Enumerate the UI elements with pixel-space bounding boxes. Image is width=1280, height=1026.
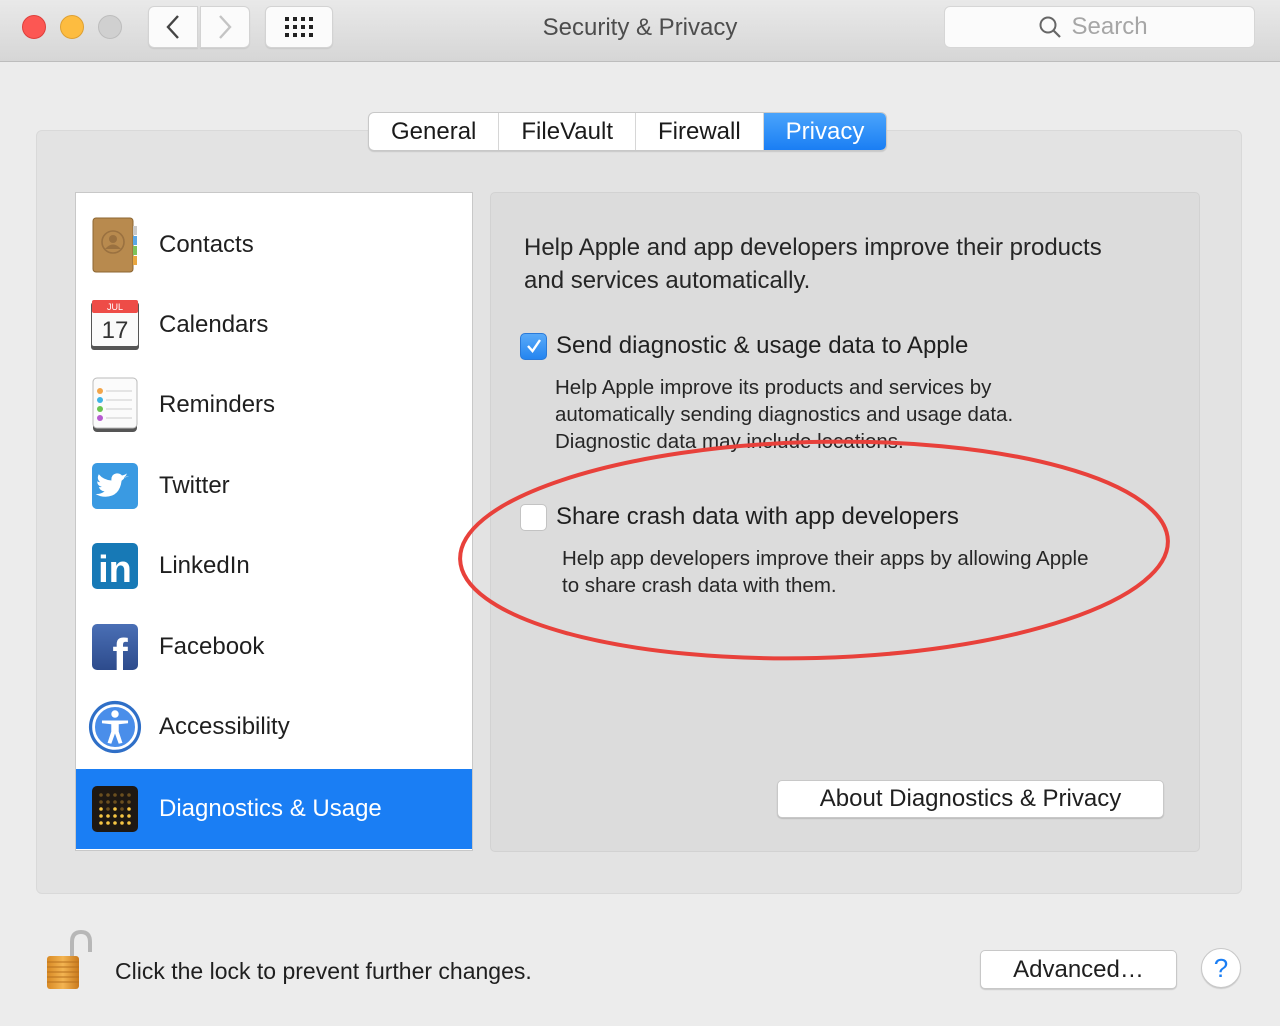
- search-input[interactable]: [1071, 13, 1162, 41]
- share-crash-label: Share crash data with app developers: [556, 503, 959, 530]
- sidebar-item-label: Facebook: [159, 633, 265, 660]
- svg-text:f: f: [112, 629, 128, 671]
- sidebar-item-contacts[interactable]: Contacts: [76, 205, 472, 285]
- sidebar-item-label: Contacts: [159, 231, 254, 258]
- diagnostics-icon: [88, 782, 142, 836]
- diagnostics-icon-dot: [106, 821, 110, 825]
- checkmark-icon: [526, 339, 541, 353]
- description-line: Help app developers improve their apps b…: [562, 547, 1089, 570]
- description-line: automatically sending diagnostics and us…: [555, 403, 1014, 426]
- diagnostics-icon-dot: [106, 807, 110, 811]
- accessibility-icon: [88, 700, 142, 754]
- privacy-category-list: Contacts JUL 17 Calendars Reminders Twit…: [75, 192, 473, 851]
- sidebar-item-linkedin[interactable]: in LinkedIn: [76, 526, 472, 606]
- tab-general[interactable]: General: [369, 113, 500, 150]
- diagnostics-icon-dot: [127, 814, 131, 818]
- search-field[interactable]: [944, 6, 1255, 48]
- search-icon: [1039, 16, 1061, 38]
- sidebar-item-calendars[interactable]: JUL 17 Calendars: [76, 285, 472, 365]
- diagnostics-icon-dot: [127, 821, 131, 825]
- about-diagnostics-privacy-button[interactable]: About Diagnostics & Privacy: [777, 780, 1164, 818]
- intro-text: Help Apple and app developers improve th…: [524, 234, 1102, 294]
- description-line: to share crash data with them.: [562, 574, 837, 597]
- contacts-icon: [88, 217, 142, 273]
- sidebar-item-label: Accessibility: [159, 713, 290, 740]
- tab-bar: General FileVault Firewall Privacy: [368, 112, 888, 151]
- diagnostics-icon-dot: [127, 800, 131, 804]
- help-button[interactable]: ?: [1201, 948, 1241, 988]
- diagnostics-icon-dot: [120, 800, 124, 804]
- sidebar-item-label: LinkedIn: [159, 552, 250, 579]
- tab-filevault[interactable]: FileVault: [499, 113, 636, 150]
- diagnostics-panel: Help Apple and app developers improve th…: [490, 192, 1200, 852]
- sidebar-item-accessibility[interactable]: Accessibility: [76, 687, 472, 767]
- sidebar-item-label: Diagnostics & Usage: [159, 795, 382, 822]
- sidebar-item-diagnostics-usage[interactable]: Diagnostics & Usage: [76, 769, 472, 849]
- diagnostics-icon-dot: [99, 800, 103, 804]
- diagnostics-icon-dot: [127, 793, 131, 797]
- sidebar-item-facebook[interactable]: f Facebook: [76, 607, 472, 687]
- tab-firewall[interactable]: Firewall: [636, 113, 764, 150]
- advanced-button[interactable]: Advanced…: [980, 950, 1177, 989]
- sidebar-item-label: Reminders: [159, 391, 276, 418]
- diagnostics-icon-dot: [106, 793, 110, 797]
- description-line: Diagnostic data may include locations.: [555, 430, 904, 453]
- facebook-icon: f: [88, 620, 142, 674]
- diagnostics-icon-dot: [99, 807, 103, 811]
- unlocked-padlock-icon: [47, 929, 92, 989]
- diagnostics-icon-dot: [113, 821, 117, 825]
- lock-button[interactable]: [44, 929, 94, 992]
- send-diagnostics-checkbox[interactable]: [520, 332, 547, 360]
- sidebar-item-reminders[interactable]: Reminders: [76, 365, 472, 445]
- twitter-icon: [88, 459, 142, 513]
- sidebar-item-label: Calendars: [159, 311, 269, 338]
- diagnostics-icon-dot: [120, 793, 124, 797]
- reminders-icon: [88, 377, 142, 432]
- diagnostics-icon-dot: [113, 793, 117, 797]
- diagnostics-icon-dot: [113, 807, 117, 811]
- title-bar: Security & Privacy: [0, 0, 1280, 62]
- diagnostics-icon-dot: [120, 807, 124, 811]
- diagnostics-icon-dot: [99, 821, 103, 825]
- svg-text:in: in: [98, 549, 132, 590]
- sidebar-item-label: Twitter: [159, 472, 230, 499]
- diagnostics-icon-dot: [113, 800, 117, 804]
- diagnostics-icon-dot: [106, 814, 110, 818]
- linkedin-icon: in: [88, 539, 142, 593]
- diagnostics-icon-dot: [113, 814, 117, 818]
- diagnostics-icon-dot: [120, 821, 124, 825]
- svg-text:JUL: JUL: [107, 302, 123, 312]
- share-crash-description: Help app developers improve their apps b…: [562, 545, 1088, 599]
- lock-status-text: Click the lock to prevent further change…: [115, 958, 532, 984]
- send-diagnostics-checkbox-row[interactable]: Send diagnostic & usage data to Apple: [520, 332, 968, 360]
- calendar-icon: JUL 17: [88, 298, 142, 352]
- description-line: Help Apple improve its products and serv…: [555, 376, 992, 399]
- sidebar-item-twitter[interactable]: Twitter: [76, 446, 472, 526]
- diagnostics-icon-dot: [120, 814, 124, 818]
- send-diagnostics-label: Send diagnostic & usage data to Apple: [556, 332, 969, 359]
- diagnostics-icon-dot: [106, 800, 110, 804]
- diagnostics-icon-dot: [99, 793, 103, 797]
- diagnostics-icon-dot: [127, 807, 131, 811]
- diagnostics-icon-dot: [99, 814, 103, 818]
- send-diagnostics-description: Help Apple improve its products and serv…: [555, 374, 1013, 455]
- svg-text:17: 17: [102, 317, 129, 344]
- share-crash-checkbox[interactable]: [520, 503, 547, 531]
- share-crash-checkbox-row[interactable]: Share crash data with app developers: [520, 503, 959, 531]
- tab-privacy[interactable]: Privacy: [763, 113, 887, 150]
